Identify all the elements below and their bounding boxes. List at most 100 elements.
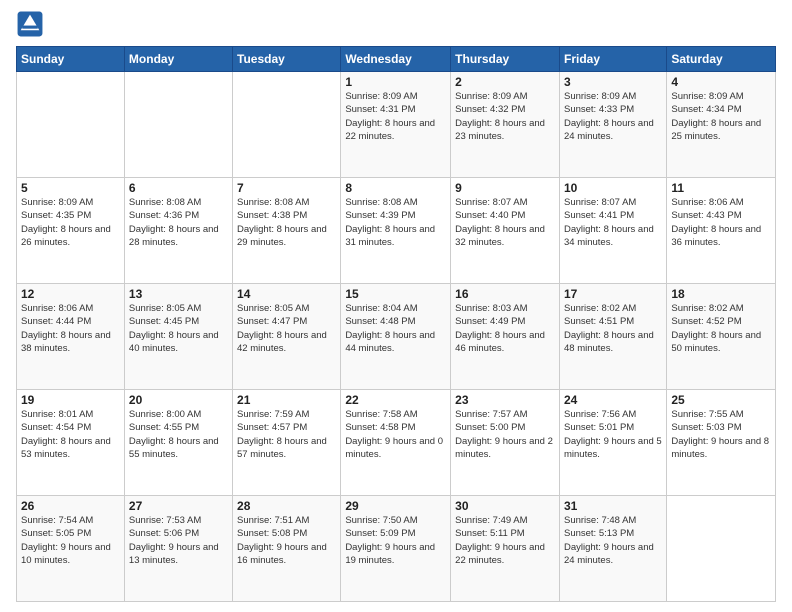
day-number: 21 bbox=[237, 393, 336, 407]
day-info: Sunrise: 7:48 AMSunset: 5:13 PMDaylight:… bbox=[564, 514, 662, 567]
day-number: 30 bbox=[455, 499, 555, 513]
calendar-cell: 25Sunrise: 7:55 AMSunset: 5:03 PMDayligh… bbox=[667, 390, 776, 496]
day-number: 20 bbox=[129, 393, 228, 407]
calendar-cell: 8Sunrise: 8:08 AMSunset: 4:39 PMDaylight… bbox=[341, 178, 451, 284]
day-number: 10 bbox=[564, 181, 662, 195]
day-info: Sunrise: 8:09 AMSunset: 4:32 PMDaylight:… bbox=[455, 90, 555, 143]
calendar-cell: 4Sunrise: 8:09 AMSunset: 4:34 PMDaylight… bbox=[667, 72, 776, 178]
calendar-cell: 27Sunrise: 7:53 AMSunset: 5:06 PMDayligh… bbox=[124, 496, 232, 602]
day-info: Sunrise: 8:05 AMSunset: 4:45 PMDaylight:… bbox=[129, 302, 228, 355]
day-number: 16 bbox=[455, 287, 555, 301]
calendar-cell bbox=[124, 72, 232, 178]
day-info: Sunrise: 7:58 AMSunset: 4:58 PMDaylight:… bbox=[345, 408, 446, 461]
calendar-cell: 19Sunrise: 8:01 AMSunset: 4:54 PMDayligh… bbox=[17, 390, 125, 496]
day-info: Sunrise: 8:02 AMSunset: 4:51 PMDaylight:… bbox=[564, 302, 662, 355]
day-info: Sunrise: 8:02 AMSunset: 4:52 PMDaylight:… bbox=[671, 302, 771, 355]
day-info: Sunrise: 7:57 AMSunset: 5:00 PMDaylight:… bbox=[455, 408, 555, 461]
day-info: Sunrise: 8:07 AMSunset: 4:40 PMDaylight:… bbox=[455, 196, 555, 249]
calendar-cell: 15Sunrise: 8:04 AMSunset: 4:48 PMDayligh… bbox=[341, 284, 451, 390]
calendar-week-row: 26Sunrise: 7:54 AMSunset: 5:05 PMDayligh… bbox=[17, 496, 776, 602]
day-number: 4 bbox=[671, 75, 771, 89]
day-info: Sunrise: 8:06 AMSunset: 4:43 PMDaylight:… bbox=[671, 196, 771, 249]
day-number: 24 bbox=[564, 393, 662, 407]
calendar-cell: 17Sunrise: 8:02 AMSunset: 4:51 PMDayligh… bbox=[559, 284, 666, 390]
day-number: 25 bbox=[671, 393, 771, 407]
calendar-cell: 10Sunrise: 8:07 AMSunset: 4:41 PMDayligh… bbox=[559, 178, 666, 284]
calendar-cell: 28Sunrise: 7:51 AMSunset: 5:08 PMDayligh… bbox=[233, 496, 341, 602]
calendar-cell: 23Sunrise: 7:57 AMSunset: 5:00 PMDayligh… bbox=[451, 390, 560, 496]
day-number: 18 bbox=[671, 287, 771, 301]
calendar-week-row: 12Sunrise: 8:06 AMSunset: 4:44 PMDayligh… bbox=[17, 284, 776, 390]
day-info: Sunrise: 8:09 AMSunset: 4:34 PMDaylight:… bbox=[671, 90, 771, 143]
day-info: Sunrise: 8:07 AMSunset: 4:41 PMDaylight:… bbox=[564, 196, 662, 249]
day-number: 6 bbox=[129, 181, 228, 195]
calendar-cell: 6Sunrise: 8:08 AMSunset: 4:36 PMDaylight… bbox=[124, 178, 232, 284]
calendar-week-row: 19Sunrise: 8:01 AMSunset: 4:54 PMDayligh… bbox=[17, 390, 776, 496]
calendar-cell: 14Sunrise: 8:05 AMSunset: 4:47 PMDayligh… bbox=[233, 284, 341, 390]
day-number: 1 bbox=[345, 75, 446, 89]
calendar-cell: 30Sunrise: 7:49 AMSunset: 5:11 PMDayligh… bbox=[451, 496, 560, 602]
logo-icon bbox=[16, 10, 44, 38]
day-info: Sunrise: 8:04 AMSunset: 4:48 PMDaylight:… bbox=[345, 302, 446, 355]
day-number: 9 bbox=[455, 181, 555, 195]
calendar-cell: 9Sunrise: 8:07 AMSunset: 4:40 PMDaylight… bbox=[451, 178, 560, 284]
day-info: Sunrise: 8:08 AMSunset: 4:39 PMDaylight:… bbox=[345, 196, 446, 249]
day-number: 15 bbox=[345, 287, 446, 301]
calendar-cell: 31Sunrise: 7:48 AMSunset: 5:13 PMDayligh… bbox=[559, 496, 666, 602]
calendar: SundayMondayTuesdayWednesdayThursdayFrid… bbox=[16, 46, 776, 602]
day-number: 31 bbox=[564, 499, 662, 513]
day-number: 23 bbox=[455, 393, 555, 407]
calendar-cell: 20Sunrise: 8:00 AMSunset: 4:55 PMDayligh… bbox=[124, 390, 232, 496]
day-info: Sunrise: 7:59 AMSunset: 4:57 PMDaylight:… bbox=[237, 408, 336, 461]
day-info: Sunrise: 8:03 AMSunset: 4:49 PMDaylight:… bbox=[455, 302, 555, 355]
calendar-cell: 2Sunrise: 8:09 AMSunset: 4:32 PMDaylight… bbox=[451, 72, 560, 178]
calendar-cell: 1Sunrise: 8:09 AMSunset: 4:31 PMDaylight… bbox=[341, 72, 451, 178]
day-info: Sunrise: 8:09 AMSunset: 4:35 PMDaylight:… bbox=[21, 196, 120, 249]
calendar-cell: 16Sunrise: 8:03 AMSunset: 4:49 PMDayligh… bbox=[451, 284, 560, 390]
day-number: 12 bbox=[21, 287, 120, 301]
calendar-cell: 24Sunrise: 7:56 AMSunset: 5:01 PMDayligh… bbox=[559, 390, 666, 496]
day-info: Sunrise: 7:53 AMSunset: 5:06 PMDaylight:… bbox=[129, 514, 228, 567]
calendar-cell: 3Sunrise: 8:09 AMSunset: 4:33 PMDaylight… bbox=[559, 72, 666, 178]
day-info: Sunrise: 8:05 AMSunset: 4:47 PMDaylight:… bbox=[237, 302, 336, 355]
day-info: Sunrise: 8:06 AMSunset: 4:44 PMDaylight:… bbox=[21, 302, 120, 355]
day-info: Sunrise: 8:08 AMSunset: 4:36 PMDaylight:… bbox=[129, 196, 228, 249]
calendar-cell: 22Sunrise: 7:58 AMSunset: 4:58 PMDayligh… bbox=[341, 390, 451, 496]
day-number: 13 bbox=[129, 287, 228, 301]
day-number: 5 bbox=[21, 181, 120, 195]
day-number: 7 bbox=[237, 181, 336, 195]
day-number: 14 bbox=[237, 287, 336, 301]
day-number: 11 bbox=[671, 181, 771, 195]
calendar-cell: 7Sunrise: 8:08 AMSunset: 4:38 PMDaylight… bbox=[233, 178, 341, 284]
calendar-cell bbox=[233, 72, 341, 178]
day-number: 8 bbox=[345, 181, 446, 195]
day-number: 22 bbox=[345, 393, 446, 407]
day-info: Sunrise: 7:49 AMSunset: 5:11 PMDaylight:… bbox=[455, 514, 555, 567]
day-info: Sunrise: 8:09 AMSunset: 4:31 PMDaylight:… bbox=[345, 90, 446, 143]
day-number: 26 bbox=[21, 499, 120, 513]
calendar-cell: 21Sunrise: 7:59 AMSunset: 4:57 PMDayligh… bbox=[233, 390, 341, 496]
calendar-cell: 18Sunrise: 8:02 AMSunset: 4:52 PMDayligh… bbox=[667, 284, 776, 390]
weekday-header: Sunday bbox=[17, 47, 125, 72]
calendar-week-row: 1Sunrise: 8:09 AMSunset: 4:31 PMDaylight… bbox=[17, 72, 776, 178]
day-info: Sunrise: 7:54 AMSunset: 5:05 PMDaylight:… bbox=[21, 514, 120, 567]
day-info: Sunrise: 8:09 AMSunset: 4:33 PMDaylight:… bbox=[564, 90, 662, 143]
calendar-cell: 13Sunrise: 8:05 AMSunset: 4:45 PMDayligh… bbox=[124, 284, 232, 390]
day-info: Sunrise: 7:56 AMSunset: 5:01 PMDaylight:… bbox=[564, 408, 662, 461]
day-info: Sunrise: 8:08 AMSunset: 4:38 PMDaylight:… bbox=[237, 196, 336, 249]
calendar-cell: 11Sunrise: 8:06 AMSunset: 4:43 PMDayligh… bbox=[667, 178, 776, 284]
weekday-header-row: SundayMondayTuesdayWednesdayThursdayFrid… bbox=[17, 47, 776, 72]
weekday-header: Monday bbox=[124, 47, 232, 72]
day-info: Sunrise: 8:01 AMSunset: 4:54 PMDaylight:… bbox=[21, 408, 120, 461]
weekday-header: Friday bbox=[559, 47, 666, 72]
calendar-cell: 29Sunrise: 7:50 AMSunset: 5:09 PMDayligh… bbox=[341, 496, 451, 602]
calendar-cell: 5Sunrise: 8:09 AMSunset: 4:35 PMDaylight… bbox=[17, 178, 125, 284]
header bbox=[16, 10, 776, 38]
day-number: 29 bbox=[345, 499, 446, 513]
calendar-cell: 26Sunrise: 7:54 AMSunset: 5:05 PMDayligh… bbox=[17, 496, 125, 602]
weekday-header: Tuesday bbox=[233, 47, 341, 72]
day-number: 27 bbox=[129, 499, 228, 513]
day-number: 2 bbox=[455, 75, 555, 89]
calendar-cell bbox=[17, 72, 125, 178]
weekday-header: Thursday bbox=[451, 47, 560, 72]
